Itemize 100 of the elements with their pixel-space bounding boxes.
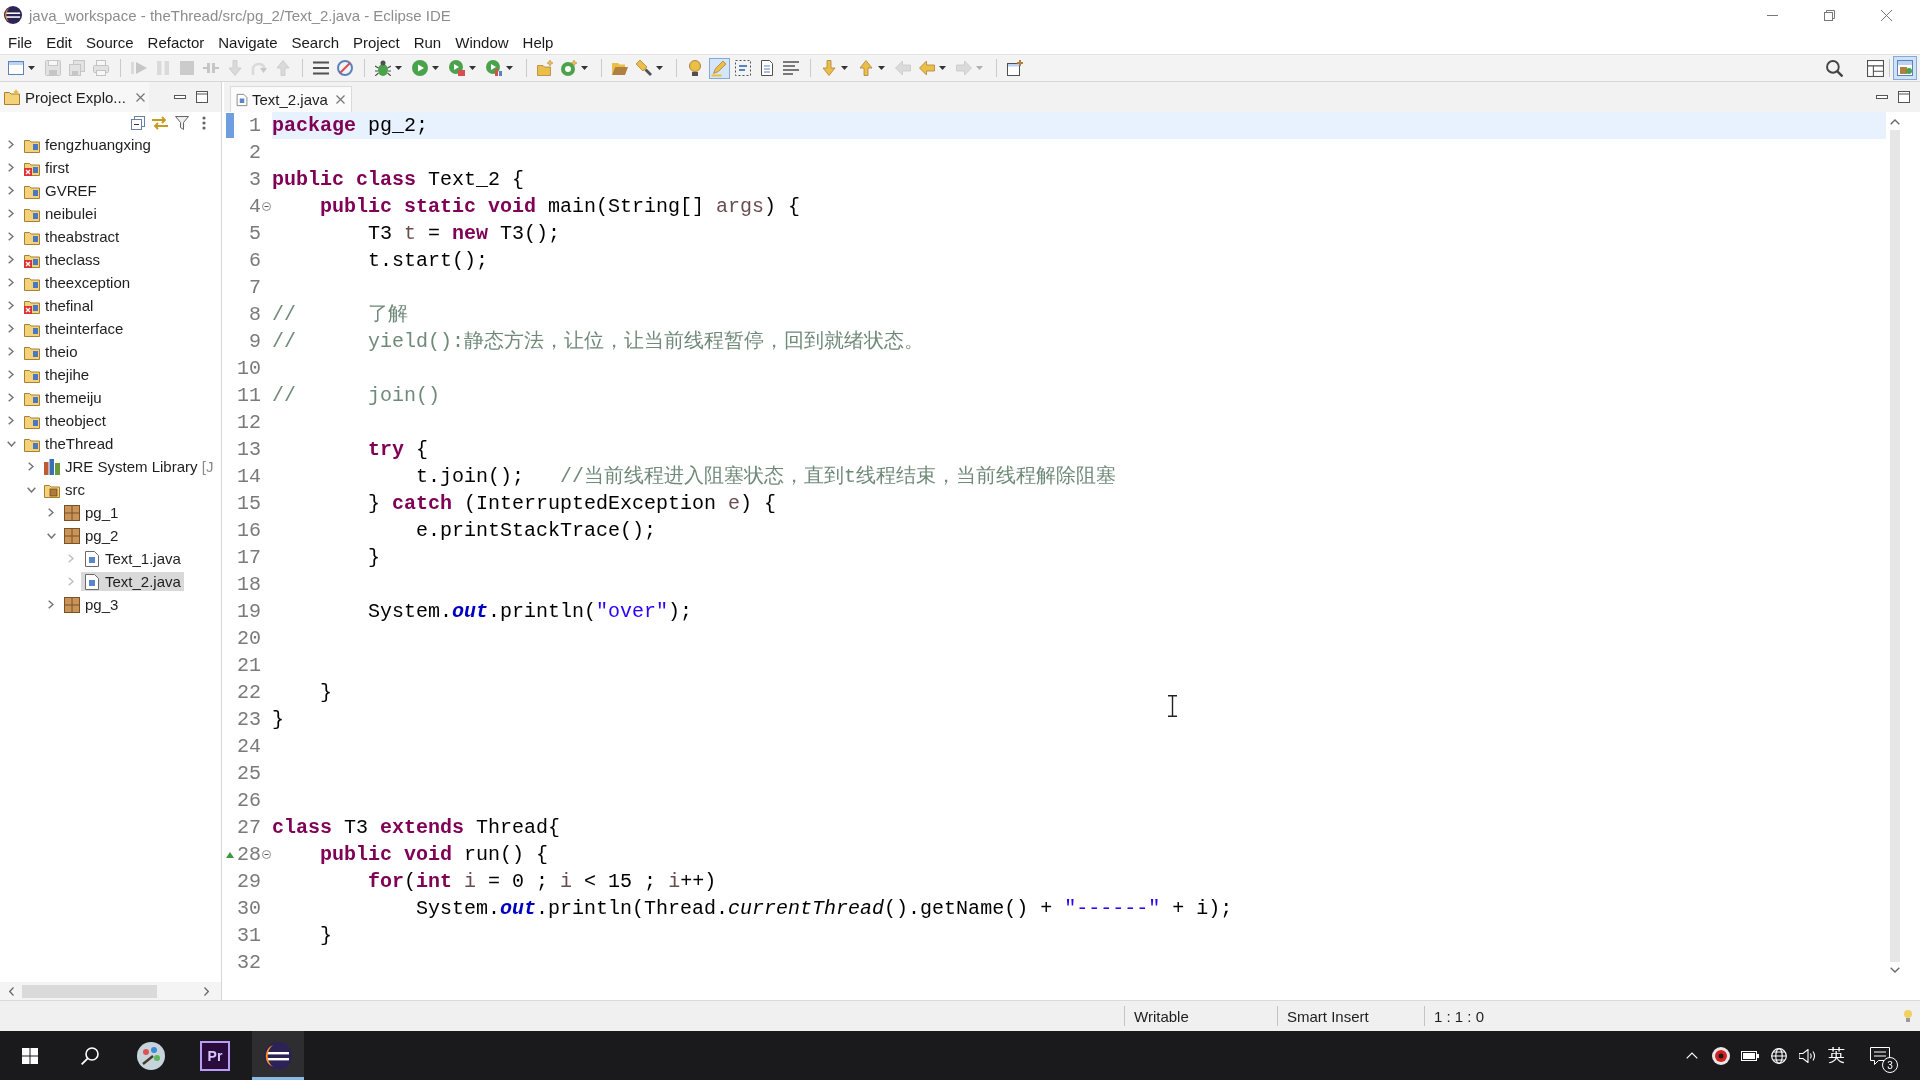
caret-icon[interactable]	[939, 66, 946, 70]
chevron-right-icon[interactable]	[48, 600, 54, 609]
link-arrows-icon[interactable]	[152, 115, 168, 130]
chevron-right-icon[interactable]	[8, 347, 14, 356]
input-language-indicator[interactable]: 英	[1828, 1044, 1845, 1067]
menu-item[interactable]: Window	[448, 31, 516, 53]
tree-item[interactable]: first	[21, 158, 73, 177]
chevron-down-icon[interactable]	[6, 440, 16, 447]
scrollbar-thumb[interactable]	[1890, 130, 1900, 962]
window-plus-icon[interactable]	[1007, 60, 1023, 76]
tree-item[interactable]: Text_1.java	[81, 549, 184, 568]
menu-item[interactable]: File	[1, 31, 40, 53]
globe-icon[interactable]	[1770, 1047, 1787, 1064]
caret-icon[interactable]	[506, 66, 513, 70]
view-tab[interactable]: Project Explo...	[0, 82, 149, 112]
caret-icon[interactable]	[28, 66, 35, 70]
tree-item[interactable]: GVREF	[21, 181, 100, 200]
chevron-right-icon[interactable]	[8, 209, 14, 218]
lightbulb-icon[interactable]	[687, 60, 703, 76]
scroll-left-icon[interactable]	[8, 986, 14, 996]
start-icon[interactable]	[22, 1047, 38, 1064]
list-icon[interactable]	[313, 60, 329, 76]
tree-item[interactable]: themeiju	[21, 388, 105, 407]
folder-icon[interactable]	[612, 60, 628, 76]
new-folder-icon[interactable]	[537, 60, 553, 76]
search-icon[interactable]	[81, 1046, 99, 1065]
menu-item[interactable]: Run	[406, 31, 449, 53]
tree-item[interactable]: theinterface	[21, 319, 127, 338]
chevron-right-icon[interactable]	[28, 462, 34, 471]
tree-item[interactable]: fengzhuangxing	[21, 135, 154, 154]
tree-item[interactable]: thefinal	[21, 296, 97, 315]
maximize-icon[interactable]	[196, 91, 208, 103]
menu-item[interactable]: Search	[284, 31, 346, 53]
window-badge-icon[interactable]	[1893, 56, 1917, 80]
close-icon[interactable]	[335, 95, 345, 104]
menu-item[interactable]: Edit	[39, 31, 80, 53]
tree-item[interactable]: Text_2.java	[81, 572, 184, 591]
play-bars-icon[interactable]	[486, 60, 502, 76]
chevron-right-icon[interactable]	[8, 163, 14, 172]
window-grid-icon[interactable]	[1866, 59, 1884, 77]
collapse-all-icon[interactable]	[131, 115, 145, 130]
flashlight-icon[interactable]	[636, 60, 652, 76]
menu-item[interactable]: Navigate	[211, 31, 285, 53]
chevron-right-icon[interactable]	[8, 278, 14, 287]
battery-icon[interactable]	[1740, 1050, 1759, 1061]
scrollbar-thumb[interactable]	[22, 984, 157, 998]
caret-icon[interactable]	[581, 66, 588, 70]
caret-icon[interactable]	[395, 66, 402, 70]
tree-item[interactable]: theexception	[21, 273, 134, 292]
window-icon[interactable]	[8, 60, 24, 76]
fold-icon[interactable]	[262, 202, 271, 211]
menu-item[interactable]: Refactor	[140, 31, 212, 53]
tree-item[interactable]: JRE System Library [J	[41, 457, 217, 476]
chevron-right-icon[interactable]	[8, 370, 14, 379]
filter-icon[interactable]	[175, 115, 189, 130]
tree-item[interactable]: src	[41, 480, 88, 499]
caret-icon[interactable]	[469, 66, 476, 70]
chevron-right-icon[interactable]	[8, 140, 14, 149]
highlighter-icon[interactable]	[708, 57, 730, 79]
menu-item[interactable]: Source	[79, 31, 141, 53]
bug-icon[interactable]	[375, 60, 391, 76]
caret-icon[interactable]	[432, 66, 439, 70]
page-icon[interactable]	[759, 60, 775, 76]
tree-item[interactable]: pg_1	[61, 503, 122, 522]
taskbar-button[interactable]: Pr	[200, 1040, 230, 1071]
caret-icon[interactable]	[841, 66, 848, 70]
scroll-up-icon[interactable]	[1890, 119, 1900, 125]
close-icon[interactable]	[135, 92, 145, 102]
tree-item[interactable]: neibulei	[21, 204, 100, 223]
scroll-right-icon[interactable]	[203, 986, 209, 996]
caret-icon[interactable]	[878, 66, 885, 70]
maximize-icon[interactable]	[1898, 91, 1910, 103]
tree-item[interactable]: theclass	[21, 250, 104, 269]
menu-item[interactable]: Help	[515, 31, 561, 53]
tree-item[interactable]: thejihe	[21, 365, 93, 384]
chevron-right-icon[interactable]	[8, 232, 14, 241]
slashed-circle-icon[interactable]	[337, 60, 353, 76]
play-toolbox-icon[interactable]	[449, 60, 465, 76]
minimize-icon[interactable]	[174, 95, 186, 99]
chevron-right-icon[interactable]	[8, 324, 14, 333]
chevron-right-icon[interactable]	[48, 508, 54, 517]
tree-item[interactable]: theobject	[21, 411, 109, 430]
chevron-down-icon[interactable]	[46, 532, 56, 539]
restore-icon[interactable]	[1824, 9, 1835, 21]
search-icon[interactable]	[1825, 59, 1843, 77]
close-icon[interactable]	[1881, 9, 1892, 21]
tree-item[interactable]: theabstract	[21, 227, 123, 246]
menu-item[interactable]: Project	[346, 31, 407, 53]
chevron-right-icon[interactable]	[8, 255, 14, 264]
minimize-icon[interactable]	[1876, 95, 1888, 99]
editor-tab[interactable]: Text_2.java	[230, 86, 352, 112]
tree-item[interactable]: theThread	[21, 434, 117, 453]
minimize-icon[interactable]	[1767, 14, 1778, 16]
speaker-icon[interactable]	[1798, 1048, 1817, 1063]
chevron-right-icon[interactable]	[8, 186, 14, 195]
scroll-down-icon[interactable]	[1890, 967, 1900, 973]
record-circle-icon[interactable]	[1711, 1046, 1730, 1065]
dashed-rect-icon[interactable]	[735, 60, 751, 76]
tree-item[interactable]: pg_2	[61, 526, 122, 545]
tree-item[interactable]: pg_3	[61, 595, 122, 614]
